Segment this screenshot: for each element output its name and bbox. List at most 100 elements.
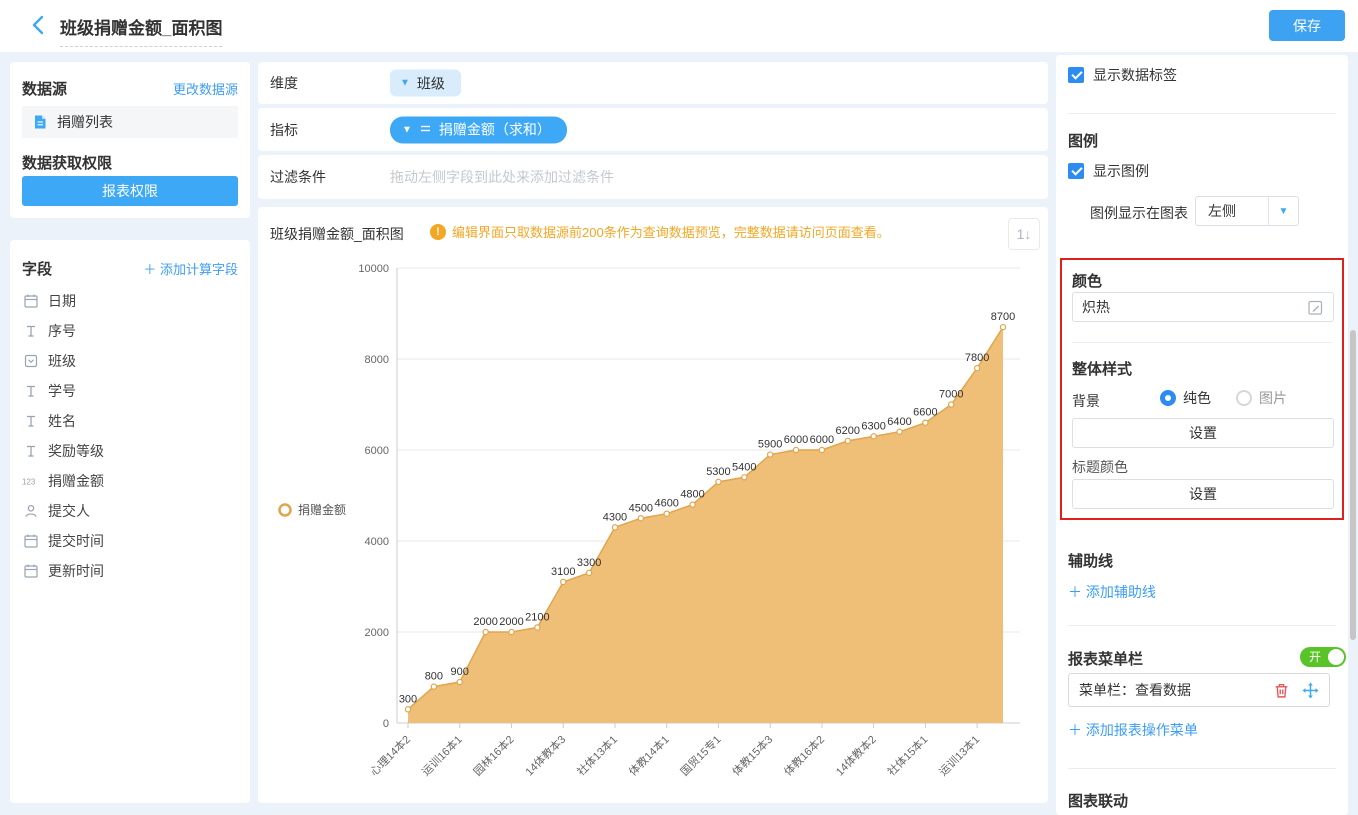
metric-row: 指标 ▼ 捐赠金额（求和） [258,108,1048,151]
dimension-value: 班级 [417,73,445,93]
x-tick-label: 国贸15专1 [677,732,723,778]
show-data-label-checkbox-row[interactable]: 显示数据标签 [1068,65,1177,85]
x-tick-label: 园林16本2 [470,732,516,778]
x-tick-label: 体教16本2 [781,732,827,778]
datasource-panel: 数据源 更改数据源 捐赠列表 数据获取权限 报表权限 [10,62,250,218]
field-item[interactable]: 班级 [22,346,238,376]
add-calc-field-link[interactable]: ＋ 添加计算字段 [143,259,238,278]
divider [1072,342,1332,343]
show-data-label-text: 显示数据标签 [1093,65,1177,85]
save-button[interactable]: 保存 [1269,10,1345,41]
sort-icon: 1↓ [1017,226,1032,242]
chart-point [612,525,617,530]
bg-image-label: 图片 [1259,388,1287,408]
checkbox-checked-icon[interactable] [1068,67,1084,83]
field-item[interactable]: 日期 [22,286,238,316]
chart-point [845,438,850,443]
x-tick-label: 运训16本1 [419,732,465,778]
person-icon [22,503,39,519]
legend-section-title: 图例 [1068,130,1098,151]
data-label: 300 [399,693,417,705]
datasource-item[interactable]: 捐赠列表 [22,106,238,138]
bg-image-radio-row[interactable]: 图片 [1236,388,1287,408]
chart-point [819,447,824,452]
change-datasource-link[interactable]: 更改数据源 [173,79,238,98]
dimension-tag[interactable]: ▼ 班级 [390,70,461,97]
trash-icon[interactable] [1273,682,1290,699]
field-item[interactable]: 学号 [22,376,238,406]
page-title: 班级捐赠金额_面积图 [60,14,222,47]
field-item[interactable]: 更新时间 [22,556,238,586]
field-label: 提交人 [48,501,90,521]
report-permission-button[interactable]: 报表权限 [22,176,238,206]
metric-tag[interactable]: ▼ 捐赠金额（求和） [390,116,567,143]
data-label: 6200 [836,425,860,437]
field-item[interactable]: 序号 [22,316,238,346]
legend-position-select[interactable]: 左侧 ▼ [1195,196,1299,226]
edit-icon[interactable] [1307,299,1324,316]
add-report-menu-link[interactable]: ＋ 添加报表操作菜单 [1068,720,1198,740]
field-label: 捐赠金额 [48,471,104,491]
radio-selected-icon[interactable] [1160,390,1176,406]
chart-point [561,579,566,584]
text-icon [22,413,39,429]
field-label: 班级 [48,351,76,371]
chart-point [638,516,643,521]
data-label: 4500 [629,502,653,514]
data-label: 5300 [706,466,730,478]
add-guide-line-link[interactable]: ＋ 添加辅助线 [1068,582,1156,602]
color-theme-value: 炽热 [1082,297,1110,317]
field-item[interactable]: 提交人 [22,496,238,526]
toggle-knob [1328,649,1344,665]
data-label: 5400 [732,461,756,473]
color-theme-input[interactable]: 炽热 [1072,292,1334,322]
filter-row[interactable]: 过滤条件 拖动左侧字段到此处来添加过滤条件 [258,155,1048,199]
sum-icon [419,124,432,136]
menubar-item[interactable]: 菜单栏：查看数据 [1068,673,1330,707]
fields-list: 日期序号班级学号姓名奖励等级123捐赠金额提交人提交时间更新时间 [22,286,238,586]
scrollbar-thumb[interactable] [1350,330,1356,640]
report-menubar-title: 报表菜单栏 [1068,648,1143,669]
text-icon [22,323,39,339]
legend-position-value: 左侧 [1196,197,1268,225]
style-section-title: 整体样式 [1072,358,1132,379]
y-tick-label: 0 [383,718,389,730]
chart-point [457,679,462,684]
bg-solid-radio-row[interactable]: 纯色 [1160,388,1211,408]
move-icon[interactable] [1302,682,1319,699]
menubar-toggle-on[interactable]: 开 [1300,647,1346,667]
back-button[interactable] [28,14,50,36]
data-label: 7800 [965,352,989,364]
datasource-title: 数据源 [22,78,67,99]
chevron-down-icon: ▼ [402,124,412,135]
chart-point [871,434,876,439]
show-legend-checkbox-row[interactable]: 显示图例 [1068,161,1149,181]
y-tick-label: 2000 [365,627,389,639]
field-item[interactable]: 奖励等级 [22,436,238,466]
area-chart[interactable]: 0200040006000800010000300800900200020002… [258,257,1048,803]
radio-unselected-icon[interactable] [1236,390,1252,406]
permission-title: 数据获取权限 [22,152,112,173]
preview-warning: ! 编辑界面只取数据源前200条作为查询数据预览，完整数据请访问页面查看。 [430,222,890,241]
background-set-button[interactable]: 设置 [1072,418,1334,448]
y-tick-label: 6000 [365,445,389,457]
divider [1068,625,1336,626]
field-item[interactable]: 姓名 [22,406,238,436]
toggle-on-label: 开 [1309,650,1321,664]
color-style-highlight-box: 颜色 炽热 整体样式 背景 纯色 图片 设置 标题颜色 设置 [1060,258,1344,520]
add-calc-field-label: 添加计算字段 [160,262,238,277]
data-label: 6000 [810,434,834,446]
fields-panel: 字段 ＋ 添加计算字段 日期序号班级学号姓名奖励等级123捐赠金额提交人提交时间… [10,240,250,803]
chart-point [742,475,747,480]
title-color-set-button[interactable]: 设置 [1072,479,1334,509]
sort-button[interactable]: 1↓ [1008,218,1040,250]
field-item[interactable]: 提交时间 [22,526,238,556]
chart-point [768,452,773,457]
checkbox-checked-icon[interactable] [1068,163,1084,179]
data-label: 2000 [473,616,497,628]
data-label: 2000 [499,616,523,628]
data-label: 6400 [887,416,911,428]
chart-point [949,402,954,407]
field-item[interactable]: 123捐赠金额 [22,466,238,496]
area-fill [408,327,1003,723]
